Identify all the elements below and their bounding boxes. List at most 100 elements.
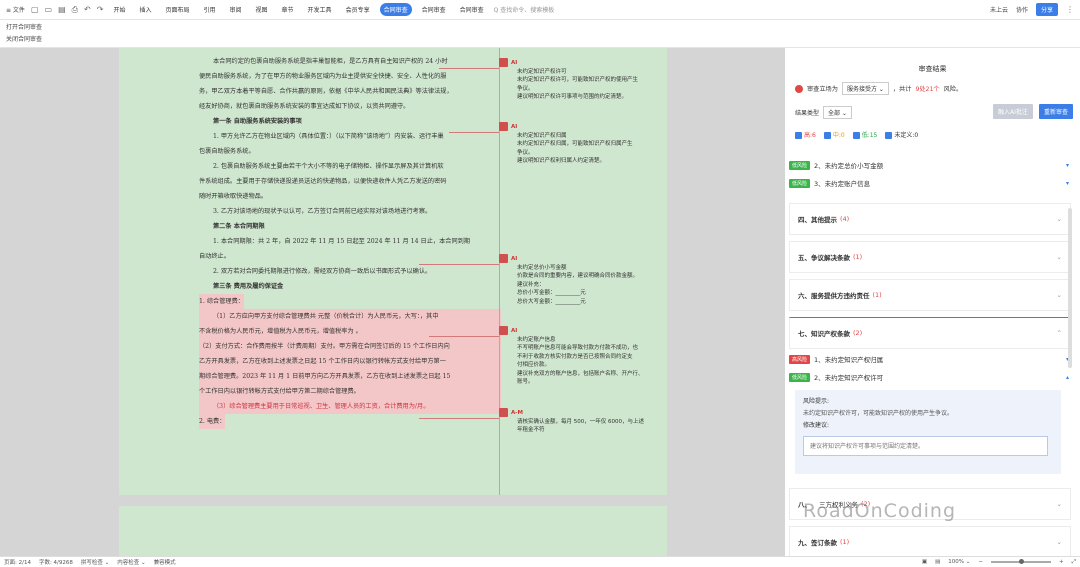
zoom-level[interactable]: 100% ⌄: [948, 559, 970, 565]
comment-author: AI: [511, 328, 518, 334]
tab-chapter[interactable]: 章节: [278, 3, 298, 16]
section-breach[interactable]: 六、服务提供方违约责任 (1) ⌄: [789, 279, 1071, 311]
section-dispute[interactable]: 五、争议解决条款 (1) ⌄: [789, 241, 1071, 273]
comment-line: 未约定知识产权归属，可能致知识产权归属产生: [517, 141, 633, 147]
filter-undefined-label: 未定义:0: [894, 132, 919, 139]
section-title: 七、知识产权条款: [798, 330, 850, 338]
tab-reference[interactable]: 引用: [199, 3, 219, 16]
save-icon[interactable]: ▤: [58, 5, 66, 14]
doc-line-highlight[interactable]: 期综合管理费。2023 年 11 月 1 日前甲方向乙方开具发票，乙方在收到上述…: [199, 369, 501, 384]
risk-tag: 低风险: [789, 160, 811, 170]
comment-card[interactable]: AI 未约定账户信息 不写明账户信息可能会导致付款方付款不成功，也 不利于收款方…: [499, 326, 669, 387]
risk-item-selected[interactable]: 低风险 2、未约定知识产权许可 ▴: [789, 372, 1069, 382]
file-menu[interactable]: ≡ 文件: [6, 5, 25, 14]
spell-check-menu[interactable]: 拼写检查 ⌄: [81, 558, 109, 566]
risk-text: 2、未约定总价小写金额: [814, 162, 884, 170]
section-title: 九、签订条款: [798, 539, 837, 547]
tab-insert[interactable]: 插入: [135, 3, 155, 16]
doc-line-highlight[interactable]: （1）乙方应向甲方支付综合管理费共 元整（价税合计）为人民币元，大写：，其中: [199, 309, 501, 324]
open-icon[interactable]: ▭: [45, 5, 53, 14]
comment-avatar-icon: [499, 122, 508, 131]
view-mode-icon[interactable]: ▣: [922, 559, 927, 565]
comment-line: 价款是合同的重要内容，建议明确合同价款金额。: [517, 273, 639, 279]
chevron-down-icon: ⌄: [1056, 500, 1062, 508]
doc-line-highlight[interactable]: 乙方开具发票，乙方在收到上述发票之日起 15 个工作日内以银行转帐方式支付给甲方…: [199, 354, 501, 369]
comment-line: 争议。: [517, 85, 534, 92]
risk-level-filters: 高:6 中:0 低:15 未定义:0: [795, 130, 918, 139]
tab-contract-review-3[interactable]: 合同审查: [456, 3, 488, 16]
undo-icon[interactable]: ↶: [84, 5, 91, 14]
section-signing[interactable]: 九、签订条款 (1) ⌄: [789, 526, 1071, 556]
zoom-slider[interactable]: [990, 559, 1051, 564]
expand-icon[interactable]: ▾: [1066, 162, 1069, 169]
risk-item[interactable]: 高风险 1、未约定知识产权归属 ▾: [789, 354, 1069, 364]
filter-undefined[interactable]: 未定义:0: [885, 130, 918, 139]
new-doc-icon[interactable]: ▢: [31, 5, 39, 14]
tab-dev[interactable]: 开发工具: [304, 3, 336, 16]
tab-review[interactable]: 审阅: [226, 3, 246, 16]
doc-line: 包裹自助服务系统。: [199, 148, 255, 155]
comment-card[interactable]: AI 未约定知识产权归属 未约定知识产权归属，可能致知识产权归属产生 争议。 建…: [499, 122, 669, 166]
risk-item[interactable]: 低风险 2、未约定总价小写金额 ▾: [789, 160, 1069, 170]
risk-count: 9处21个: [915, 86, 940, 93]
tab-contract-review-active[interactable]: 合同审查: [379, 3, 412, 16]
comment-avatar-icon: [499, 58, 508, 67]
comment-line: 付相应价款。: [517, 362, 551, 368]
comment-author: AI: [511, 124, 518, 130]
collapse-icon[interactable]: ▴: [1066, 374, 1069, 381]
risk-item[interactable]: 低风险 3、未约定账户信息 ▾: [789, 178, 1069, 188]
stance-select[interactable]: 服务接受方 ⌄: [841, 82, 889, 95]
share-button[interactable]: 分享: [1035, 3, 1058, 16]
comment-author: AI: [511, 60, 518, 66]
redo-icon[interactable]: ↷: [97, 5, 104, 14]
content-check-menu[interactable]: 内容检查 ⌄: [117, 558, 145, 566]
doc-line: 2. 包裹自助服务系统主要由若干个大小不等的电子储物柜、操作显示屏及其计算机软: [213, 163, 444, 170]
cloud-status[interactable]: 未上云: [990, 5, 1008, 14]
tab-layout[interactable]: 页面布局: [161, 3, 193, 16]
zoom-out-icon[interactable]: −: [978, 559, 983, 565]
more-icon[interactable]: ⋮: [1066, 5, 1074, 14]
comment-author: AI: [511, 256, 518, 262]
comment-card[interactable]: A-M 请核实确认金额，每月 500，一年仅 6000，与上述 年租金不符: [499, 408, 669, 435]
suggestion-field[interactable]: 建议将知识产权许可事项与范围约定清楚。: [803, 436, 1048, 456]
document-area[interactable]: 本合同约定的包裹自助服务系统是指丰巢智能柜，是乙方具有自主知识产权的 24 小时…: [0, 48, 785, 556]
doc-line-highlight[interactable]: （3）综合管理费主要用于日常巡视、卫生、管理人员的工资，合计费用为/月。: [199, 399, 501, 414]
result-type-filter: 结果类型 全部 ⌄: [795, 106, 852, 119]
filter-low[interactable]: 低:15: [852, 130, 877, 139]
comment-card[interactable]: AI 未约定知识产权许可 未约定知识产权许可，可能致知识产权的使用产生 争议。 …: [499, 58, 669, 102]
result-type-select[interactable]: 全部 ⌄: [823, 106, 852, 119]
page-view-icon[interactable]: ▤: [935, 559, 940, 565]
close-review-button[interactable]: 关闭合同审查: [6, 34, 1074, 46]
import-ai-comments-button[interactable]: 融入AI批注: [993, 104, 1033, 119]
tab-view[interactable]: 视图: [252, 3, 272, 16]
print-icon[interactable]: ⎙: [72, 5, 78, 15]
panel-scrollbar[interactable]: [1068, 208, 1072, 368]
collab-button[interactable]: 协作: [1016, 5, 1028, 14]
expand-icon[interactable]: ▾: [1066, 180, 1069, 187]
comment-card[interactable]: AI 未约定总价小写金额 价款是合同的重要内容，建议明确合同价款金额。 建议补充…: [499, 254, 669, 306]
tab-start[interactable]: 开始: [109, 3, 129, 16]
doc-line-highlight[interactable]: （2）支付方式：合作费用按半（计费周期）支付。甲方需在合同签订后的 15 个工作…: [199, 339, 501, 354]
command-search[interactable]: Q 查找命令、搜索模板: [494, 5, 555, 14]
tab-member[interactable]: 会员专享: [342, 3, 374, 16]
doc-line-highlight[interactable]: 2. 电费：: [199, 414, 226, 429]
doc-line-highlight[interactable]: 1. 综合管理费：: [199, 294, 244, 309]
section-count: (1): [840, 538, 850, 546]
chevron-up-icon: ⌃: [1056, 329, 1062, 337]
zoom-in-icon[interactable]: +: [1059, 559, 1064, 565]
article-1-title: 第一条 自助服务系统安装的事项: [213, 118, 302, 125]
doc-line-highlight[interactable]: 个工作日内以银行转帐方式支付给甲方第二期综合管理费。: [199, 384, 501, 399]
page-indicator[interactable]: 页面: 2/14: [4, 558, 31, 566]
filter-high[interactable]: 高:6: [795, 130, 816, 139]
tab-contract-review-2[interactable]: 合同审查: [418, 3, 450, 16]
filter-mid[interactable]: 中:0: [823, 130, 845, 139]
fullscreen-icon[interactable]: ⤢: [1072, 559, 1076, 566]
open-review-button[interactable]: 打开合同审查: [6, 22, 1074, 34]
section-ip[interactable]: 七、知识产权条款 (2) ⌃: [789, 317, 1071, 349]
section-title: 五、争议解决条款: [798, 254, 850, 262]
section-other-tips[interactable]: 四、其他提示 (4) ⌄: [789, 203, 1071, 235]
rescan-button[interactable]: 重新审查: [1039, 104, 1074, 119]
word-count[interactable]: 字数: 4/9268: [39, 558, 73, 566]
comment-line: 争议。: [517, 149, 534, 156]
risk-alert-icon: [795, 84, 803, 93]
